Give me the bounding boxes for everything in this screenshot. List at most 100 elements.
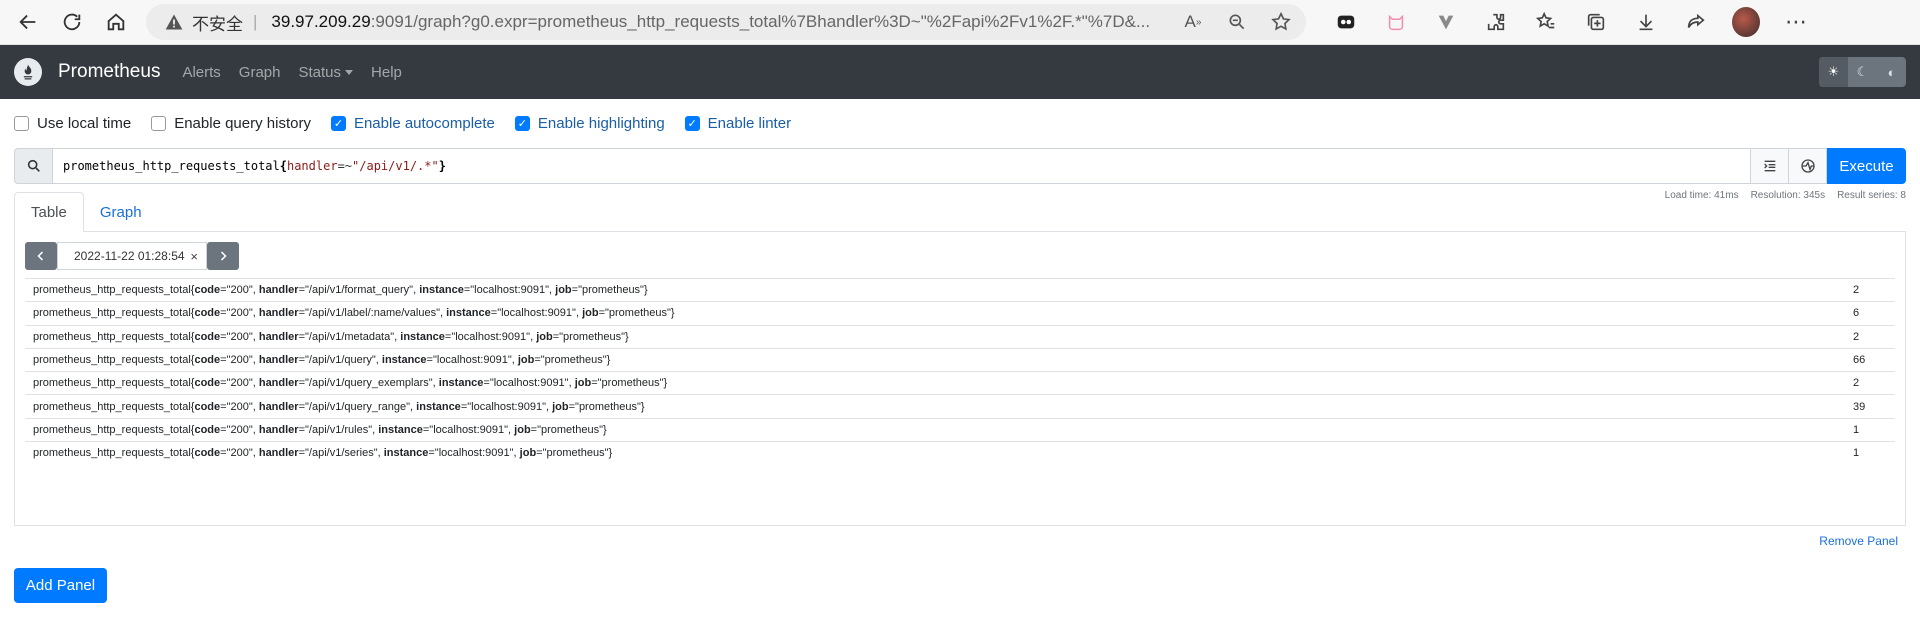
enable-linter-checkbox[interactable]: ✓ xyxy=(684,116,700,131)
enable-autocomplete-label: Enable autocomplete xyxy=(353,115,495,132)
enable-linter-option[interactable]: ✓ Enable linter xyxy=(684,115,792,132)
series-value: 1 xyxy=(1845,441,1895,465)
share-icon[interactable] xyxy=(1682,8,1710,36)
nav-status[interactable]: Status xyxy=(299,64,354,81)
extension-2-icon[interactable] xyxy=(1382,8,1410,36)
label-key: handler xyxy=(258,400,299,413)
label-value: ="200", xyxy=(220,354,259,367)
series-metric-name: prometheus_http_requests_total{ xyxy=(33,284,195,297)
more-menu-icon[interactable]: ⋯ xyxy=(1782,8,1810,36)
sun-icon[interactable]: ☀ xyxy=(1819,57,1848,87)
favorite-add-icon[interactable] xyxy=(1268,9,1294,35)
label-value: ="200", xyxy=(220,423,259,436)
metrics-explorer-icon[interactable] xyxy=(1789,148,1827,184)
eval-time-bar: 2022-11-22 01:28:54 × xyxy=(25,242,1895,270)
enable-highlighting-option[interactable]: ✓ Enable highlighting xyxy=(514,115,665,132)
label-key: handler xyxy=(258,447,299,460)
enable-autocomplete-option[interactable]: ✓ Enable autocomplete xyxy=(330,115,495,132)
home-icon[interactable] xyxy=(100,6,132,38)
clear-icon[interactable]: × xyxy=(190,249,198,264)
label-key: instance xyxy=(378,423,423,436)
enable-query-history-option[interactable]: Enable query history xyxy=(151,115,311,132)
zoom-icon[interactable] xyxy=(1224,9,1250,35)
expr-label: handler xyxy=(286,159,338,173)
table-row: prometheus_http_requests_total{code="200… xyxy=(25,347,1895,372)
enable-query-history-checkbox[interactable] xyxy=(151,116,167,131)
prometheus-logo-icon[interactable] xyxy=(14,58,42,86)
add-panel-button[interactable]: Add Panel xyxy=(14,568,107,603)
enable-autocomplete-checkbox[interactable]: ✓ xyxy=(330,116,346,131)
label-value: ="prometheus"} xyxy=(530,423,607,436)
nav-graph[interactable]: Graph xyxy=(239,64,281,81)
download-icon[interactable] xyxy=(1632,8,1660,36)
results-table: prometheus_http_requests_total{code="200… xyxy=(25,277,1895,465)
brand-title[interactable]: Prometheus xyxy=(58,61,160,83)
series-metric-name: prometheus_http_requests_total{ xyxy=(33,447,195,460)
extensions-icon[interactable] xyxy=(1482,8,1510,36)
label-value: ="200", xyxy=(220,447,259,460)
label-value: ="/api/v1/query", xyxy=(298,354,382,367)
label-key: job xyxy=(552,400,569,413)
address-bar[interactable]: 不安全 | 39.97.209.29 :9091/graph?g0.expr=p… xyxy=(146,4,1306,40)
tab-table[interactable]: Table xyxy=(14,192,84,232)
enable-highlighting-checkbox[interactable]: ✓ xyxy=(514,116,530,131)
expression-input[interactable]: prometheus_http_requests_total{handler =~… xyxy=(52,148,1751,184)
enable-query-history-label: Enable query history xyxy=(174,115,311,132)
label-key: code xyxy=(194,307,221,320)
favorites-icon[interactable] xyxy=(1532,8,1560,36)
eval-time-input[interactable]: 2022-11-22 01:28:54 × xyxy=(57,242,207,270)
moon-icon[interactable]: ☾ xyxy=(1848,57,1877,87)
query-stats: Load time: 41ms Resolution: 345s Result … xyxy=(1665,190,1906,201)
query-options: Use local time Enable query history ✓ En… xyxy=(0,99,1920,148)
series-metric-name: prometheus_http_requests_total{ xyxy=(33,423,195,436)
label-value: ="/api/v1/rules", xyxy=(298,423,379,436)
expr-metric: prometheus_http_requests_total xyxy=(63,159,280,173)
extension-3-icon[interactable] xyxy=(1432,8,1460,36)
reload-icon[interactable] xyxy=(56,6,88,38)
series-value: 39 xyxy=(1845,394,1895,419)
collections-icon[interactable] xyxy=(1582,8,1610,36)
label-value: ="prometheus"} xyxy=(552,330,629,343)
series-labels: prometheus_http_requests_total{code="200… xyxy=(25,441,1845,465)
nav-status-label: Status xyxy=(298,63,342,81)
extension-1-icon[interactable] xyxy=(1332,8,1360,36)
profile-avatar[interactable] xyxy=(1732,7,1760,37)
chevron-right-icon[interactable] xyxy=(207,242,239,270)
read-aloud-icon[interactable]: A» xyxy=(1180,9,1206,35)
label-value: ="/api/v1/query_exemplars", xyxy=(298,377,439,390)
series-metric-name: prometheus_http_requests_total{ xyxy=(33,400,195,413)
chevron-left-icon[interactable] xyxy=(25,242,57,270)
enable-linter-label: Enable linter xyxy=(707,115,792,132)
label-value: ="localhost:9091", xyxy=(426,354,518,367)
tab-graph[interactable]: Graph xyxy=(84,192,158,232)
result-series: Result series: 8 xyxy=(1837,190,1906,201)
series-value: 2 xyxy=(1845,371,1895,395)
remove-panel-link[interactable]: Remove Panel xyxy=(0,534,1898,548)
format-expression-icon[interactable] xyxy=(1751,148,1789,184)
label-value: ="localhost:9091", xyxy=(463,284,556,297)
use-local-time-checkbox[interactable] xyxy=(14,116,29,131)
insecure-label: 不安全 xyxy=(192,14,243,34)
chevron-down-icon xyxy=(345,70,354,76)
expression-row: prometheus_http_requests_total{handler =~… xyxy=(14,148,1906,184)
label-key: code xyxy=(194,354,221,367)
label-key: handler xyxy=(258,377,299,390)
label-key: code xyxy=(194,330,221,343)
use-local-time-option[interactable]: Use local time xyxy=(14,115,131,132)
back-icon[interactable] xyxy=(12,6,44,38)
label-key: job xyxy=(536,330,553,343)
resolution: Resolution: 345s xyxy=(1750,190,1826,201)
label-key: instance xyxy=(419,284,464,297)
contrast-icon[interactable]: ◐ xyxy=(1877,57,1906,87)
series-metric-name: prometheus_http_requests_total{ xyxy=(33,307,195,320)
label-key: handler xyxy=(258,307,299,320)
execute-button[interactable]: Execute xyxy=(1827,148,1906,184)
expr-operator: =~ xyxy=(337,159,353,173)
label-key: job xyxy=(519,447,537,460)
series-value: 2 xyxy=(1845,277,1895,302)
label-key: code xyxy=(194,423,221,436)
series-labels: prometheus_http_requests_total{code="200… xyxy=(25,394,1845,419)
nav-alerts[interactable]: Alerts xyxy=(182,64,220,81)
nav-help[interactable]: Help xyxy=(371,64,402,81)
label-value: ="prometheus"} xyxy=(536,447,613,460)
